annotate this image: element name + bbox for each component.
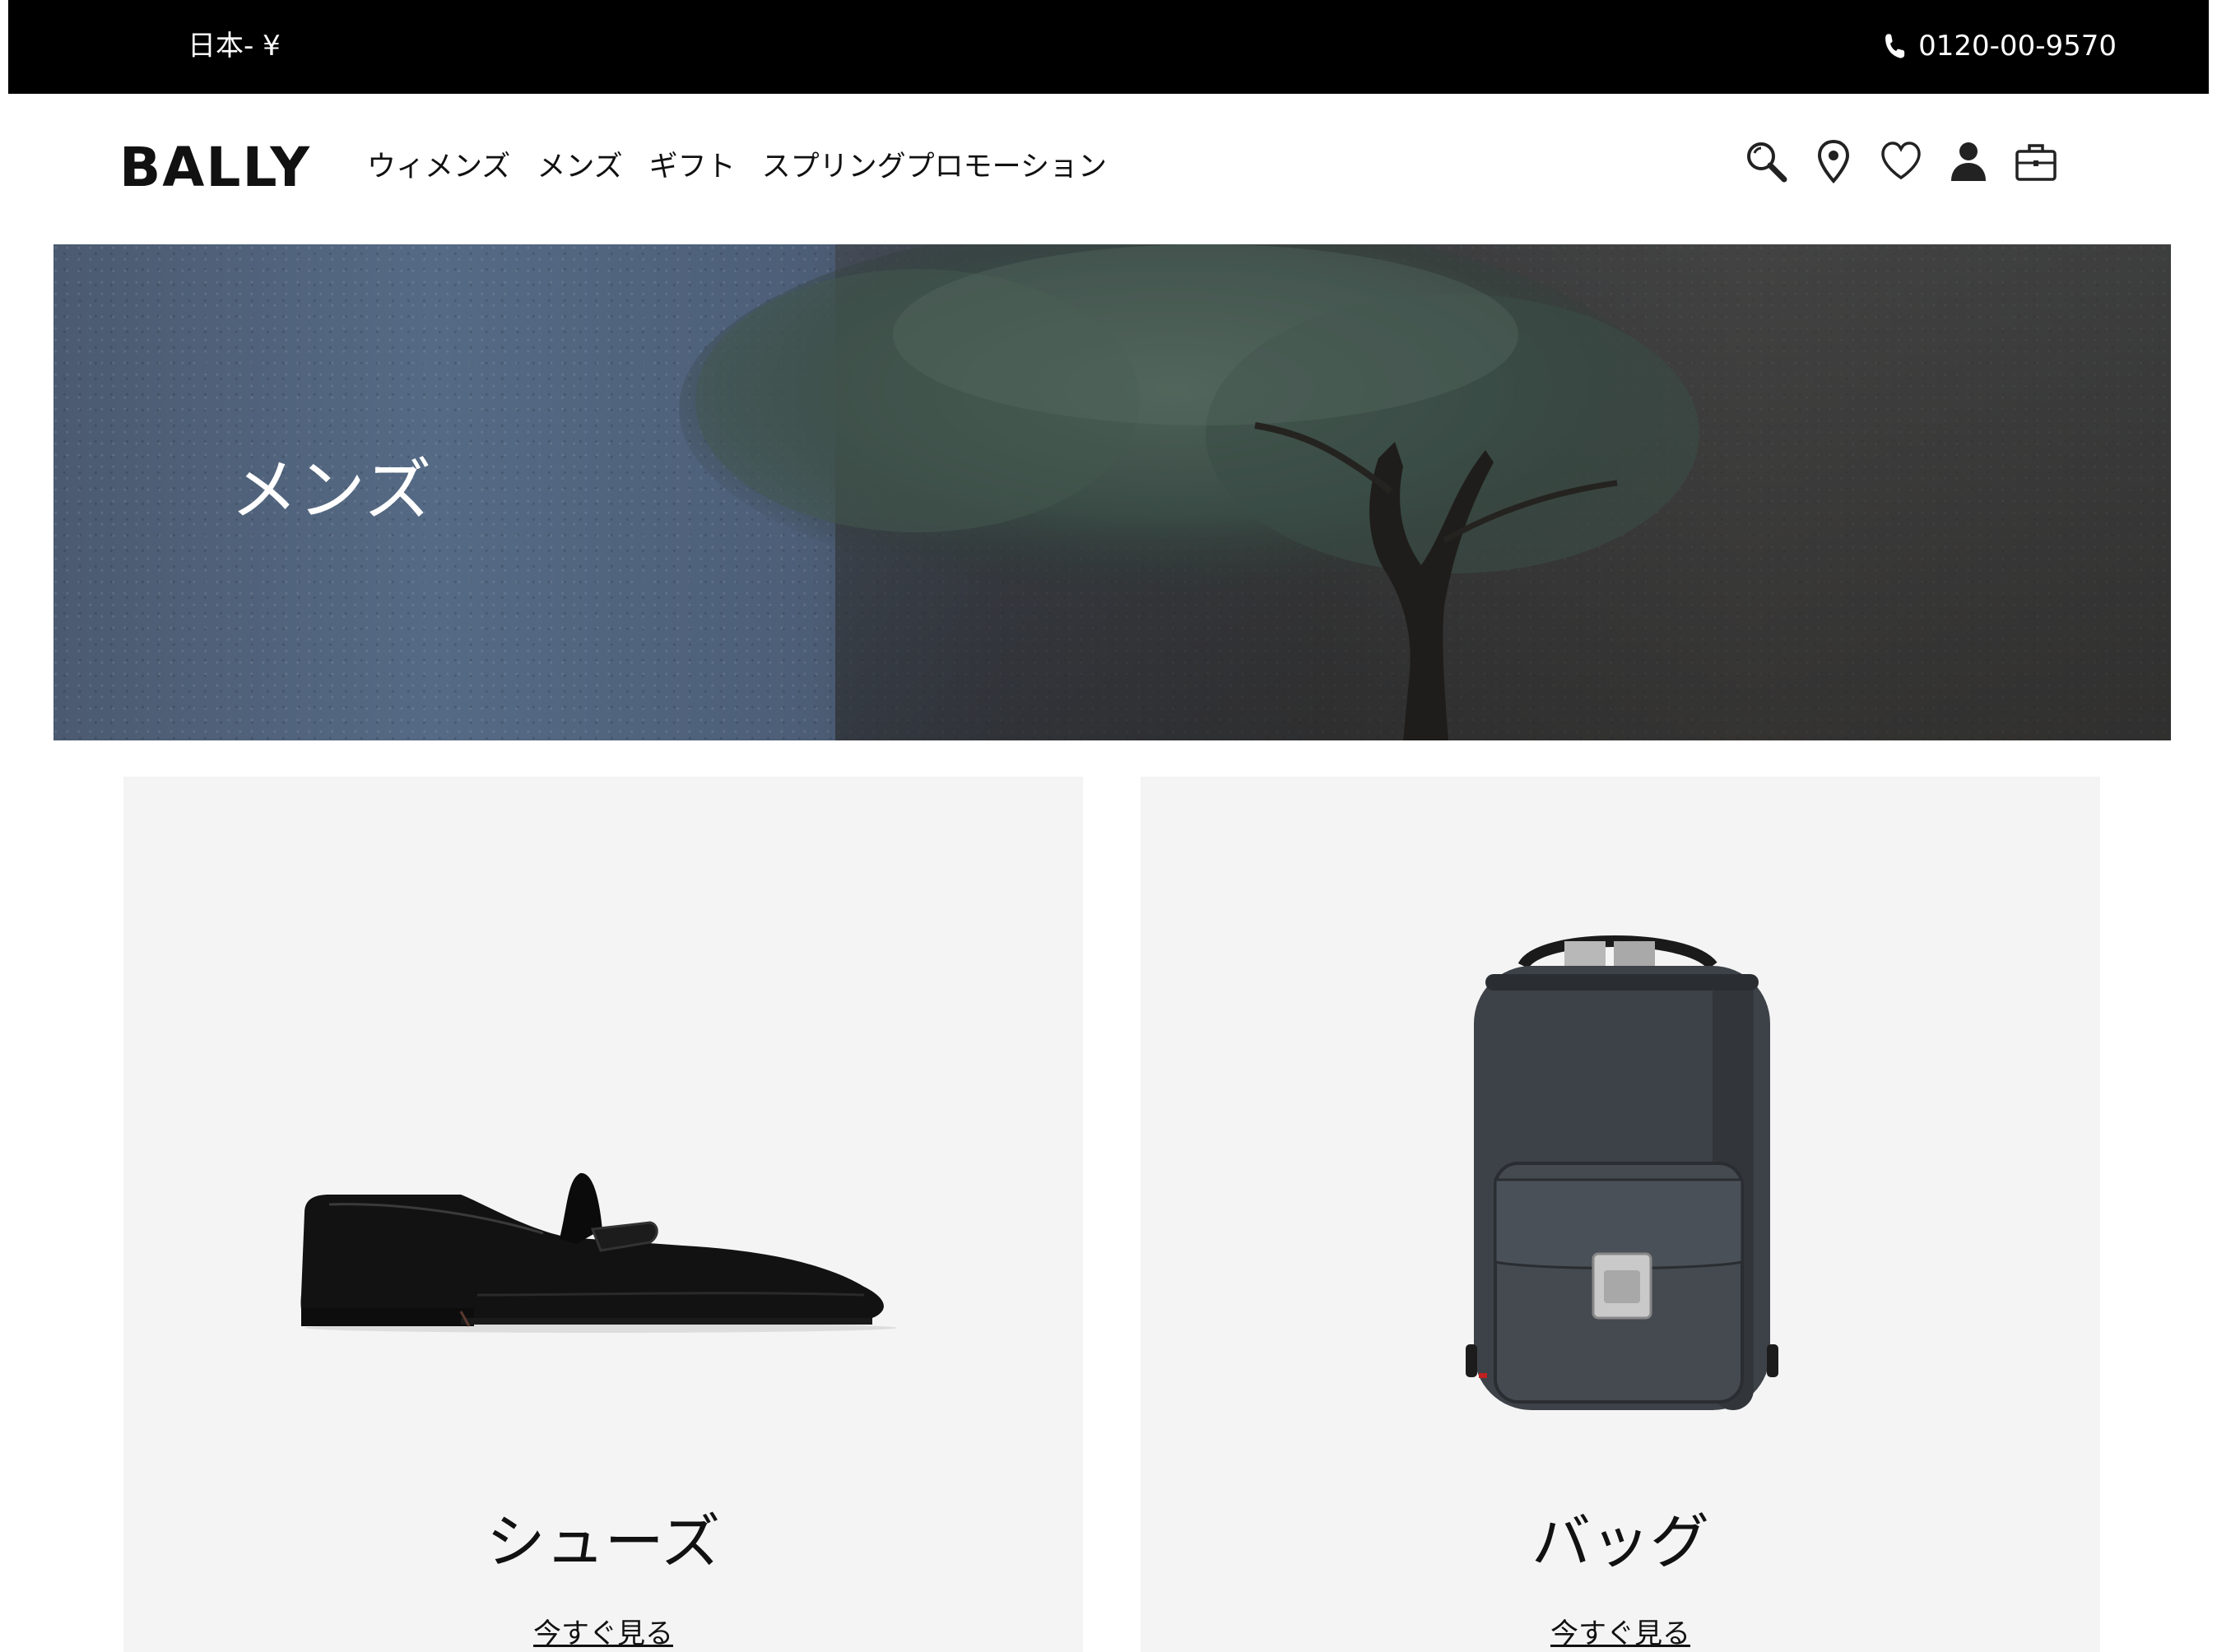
phone-contact[interactable]: 0120-00-9570 <box>1882 28 2117 64</box>
account-icon <box>1951 142 1986 181</box>
nav-item-mens[interactable]: メンズ <box>537 146 622 188</box>
phone-number: 0120-00-9570 <box>1918 30 2117 63</box>
hero-banner: メンズ <box>53 244 2171 740</box>
top-utility-bar: 日本- ¥ 0120-00-9570 <box>8 0 2209 94</box>
search-button[interactable] <box>1743 137 1789 186</box>
region-currency-selector[interactable]: 日本- ¥ <box>188 28 281 64</box>
brand-logo[interactable]: BALLY <box>119 135 311 201</box>
nav-item-spring-promotion[interactable]: スプリングプロモーション <box>762 146 1107 188</box>
shop-now-link[interactable]: 今すぐ見る <box>533 1617 673 1650</box>
phone-icon <box>1885 34 1905 58</box>
main-nav: ウィメンズ メンズ ギフト スプリングプロモーション <box>367 146 1107 188</box>
hero-title: メンズ <box>230 452 432 530</box>
account-button[interactable] <box>1945 137 1992 186</box>
nav-item-gifts[interactable]: ギフト <box>649 146 736 188</box>
page: 日本- ¥ 0120-00-9570 BALLY ウィメンズ メンズ ギフト ス… <box>0 0 2217 1652</box>
nav-item-womens[interactable]: ウィメンズ <box>367 146 510 188</box>
shopping-bag-button[interactable] <box>2013 137 2059 186</box>
header-icon-group <box>1743 137 2059 186</box>
store-locator-button[interactable] <box>1810 137 1857 186</box>
category-label: シューズ <box>486 1507 721 1576</box>
category-label: バッグ <box>1531 1507 1709 1576</box>
category-card-shoes[interactable]: シューズ 今すぐ見る <box>123 777 1083 1652</box>
loafer-shoe-image <box>300 1172 897 1333</box>
wishlist-button[interactable] <box>1878 137 1924 186</box>
store-locator-icon <box>1817 139 1850 183</box>
bag-icon <box>2015 144 2057 181</box>
wishlist-heart-icon <box>1881 142 1921 180</box>
category-card-bags[interactable]: バッグ 今すぐ見る <box>1141 777 2100 1652</box>
search-icon <box>1747 142 1787 183</box>
backpack-image <box>1466 935 1778 1410</box>
site-header: BALLY ウィメンズ メンズ ギフト スプリングプロモーション <box>0 94 2217 244</box>
shop-now-link[interactable]: 今すぐ見る <box>1550 1617 1690 1650</box>
